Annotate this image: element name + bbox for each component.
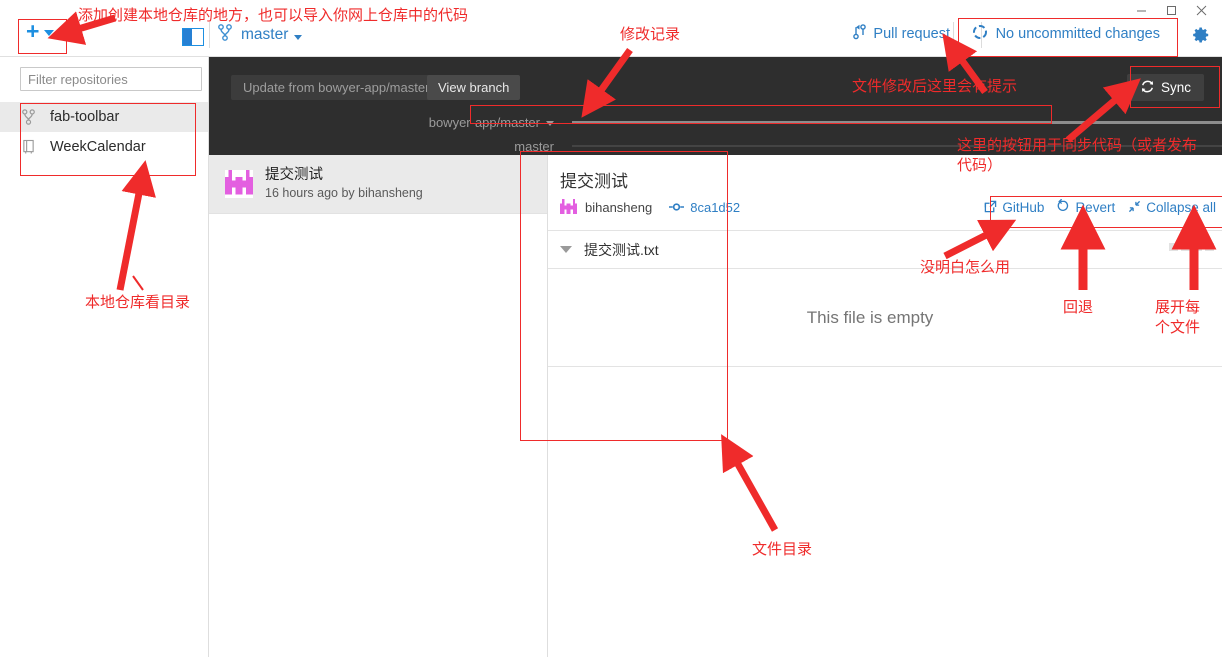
avatar — [225, 170, 253, 198]
github-button[interactable]: GitHub — [984, 200, 1044, 216]
branch-selector[interactable]: master — [218, 24, 303, 46]
chevron-down-icon — [546, 121, 554, 126]
uncommitted-changes-label: No uncommitted changes — [995, 26, 1160, 42]
remote-branch-selector[interactable]: bowyer-app/master — [209, 112, 554, 132]
repo-item-label: WeekCalendar — [50, 139, 146, 155]
window-controls — [1126, 0, 1216, 20]
remote-branch-label: bowyer-app/master — [428, 114, 540, 130]
view-branch-label: View branch — [438, 80, 510, 95]
commit-node-icon — [669, 200, 685, 215]
sidebar-toggle-icon[interactable] — [182, 28, 204, 46]
commit-detail-actions: GitHub Revert Collapse all — [984, 198, 1216, 216]
plus-icon: + — [26, 18, 40, 44]
repository-sidebar: Filter repositories fab-toolbar WeekCale… — [0, 57, 209, 657]
revert-button[interactable]: Revert — [1057, 198, 1116, 216]
toolbar-divider — [209, 22, 210, 48]
empty-file-message: This file is empty — [806, 307, 934, 327]
repo-item-fab-toolbar[interactable]: fab-toolbar — [0, 102, 208, 132]
commit-hash[interactable]: 8ca1d52 — [669, 200, 740, 215]
book-icon — [22, 139, 39, 155]
update-button-label: Update from bowyer-app/master — [243, 80, 430, 95]
external-link-icon — [984, 200, 997, 216]
revert-label: Revert — [1075, 200, 1116, 215]
top-toolbar: + master Pull request No uncommitted cha… — [0, 0, 1222, 57]
sync-button[interactable]: Sync — [1126, 74, 1204, 101]
commit-title: 提交测试 — [265, 167, 323, 183]
filter-repositories-input[interactable]: Filter repositories — [20, 67, 202, 91]
commit-hash-label: 8ca1d52 — [690, 200, 741, 215]
repository-list: fab-toolbar WeekCalendar — [0, 102, 208, 162]
chevron-down-icon — [44, 30, 55, 36]
close-icon[interactable] — [1186, 0, 1216, 20]
commit-detail-author: bihansheng 8ca1d52 — [560, 199, 740, 216]
file-name-label: 提交测试.txt — [584, 241, 659, 258]
minimize-icon[interactable] — [1126, 0, 1156, 20]
maximize-icon[interactable] — [1156, 0, 1186, 20]
commit-detail-header: 提交测试 bihansheng 8ca1d52 GitHub Revert Co… — [548, 155, 1222, 231]
collapse-icon — [1128, 200, 1141, 216]
file-diff-body: This file is empty — [548, 269, 1222, 367]
graph-row-remote: bowyer-app/master — [209, 112, 1222, 136]
commit-author-name: bihansheng — [585, 200, 653, 215]
branch-name-label: master — [241, 26, 289, 43]
remote-branch-line — [572, 121, 1222, 124]
sync-button-label: Sync — [1160, 80, 1191, 95]
commit-detail-title: 提交测试 — [560, 172, 628, 191]
view-branch-button[interactable]: View branch — [427, 75, 521, 100]
repo-item-weekcalendar[interactable]: WeekCalendar — [0, 132, 208, 162]
chevron-down-icon — [294, 34, 303, 40]
local-branch-line — [572, 145, 1222, 147]
branch-icon — [218, 24, 232, 46]
local-branch-label: master — [514, 139, 554, 154]
sync-status-icon — [972, 24, 988, 44]
commit-meta: 16 hours ago by bihansheng — [265, 186, 423, 200]
add-repository-button[interactable]: + — [20, 18, 60, 44]
pull-request-label: Pull request — [873, 26, 950, 42]
branch-icon — [22, 109, 39, 125]
branch-header: Update from bowyer-app/master View branc… — [209, 57, 1222, 155]
file-row[interactable]: 提交测试.txt — [548, 231, 1222, 269]
collapse-all-label: Collapse all — [1146, 200, 1216, 215]
commit-list-column: 提交测试 16 hours ago by bihansheng — [209, 155, 548, 657]
github-label: GitHub — [1002, 200, 1045, 215]
pull-request-button[interactable]: Pull request — [853, 24, 950, 44]
commit-detail-panel: 提交测试 bihansheng 8ca1d52 GitHub Revert Co… — [548, 155, 1222, 657]
github-desktop-window: + master Pull request No uncommitted cha… — [0, 0, 1222, 657]
commit-text: 提交测试 16 hours ago by bihansheng — [265, 166, 423, 202]
update-from-master-button[interactable]: Update from bowyer-app/master — [231, 75, 442, 100]
diff-minimap — [1169, 243, 1214, 251]
commit-list-item[interactable]: 提交测试 16 hours ago by bihansheng — [209, 155, 547, 214]
sync-icon — [1140, 79, 1155, 97]
settings-button[interactable] — [1192, 26, 1210, 49]
collapse-all-button[interactable]: Collapse all — [1128, 200, 1216, 216]
toolbar-divider — [953, 22, 954, 48]
repo-item-label: fab-toolbar — [50, 109, 120, 125]
undo-icon — [1057, 198, 1070, 216]
uncommitted-changes-status[interactable]: No uncommitted changes — [972, 24, 1160, 44]
chevron-down-icon[interactable] — [560, 246, 572, 253]
pull-request-icon — [853, 24, 867, 44]
filter-placeholder: Filter repositories — [28, 71, 128, 87]
avatar — [560, 199, 577, 216]
